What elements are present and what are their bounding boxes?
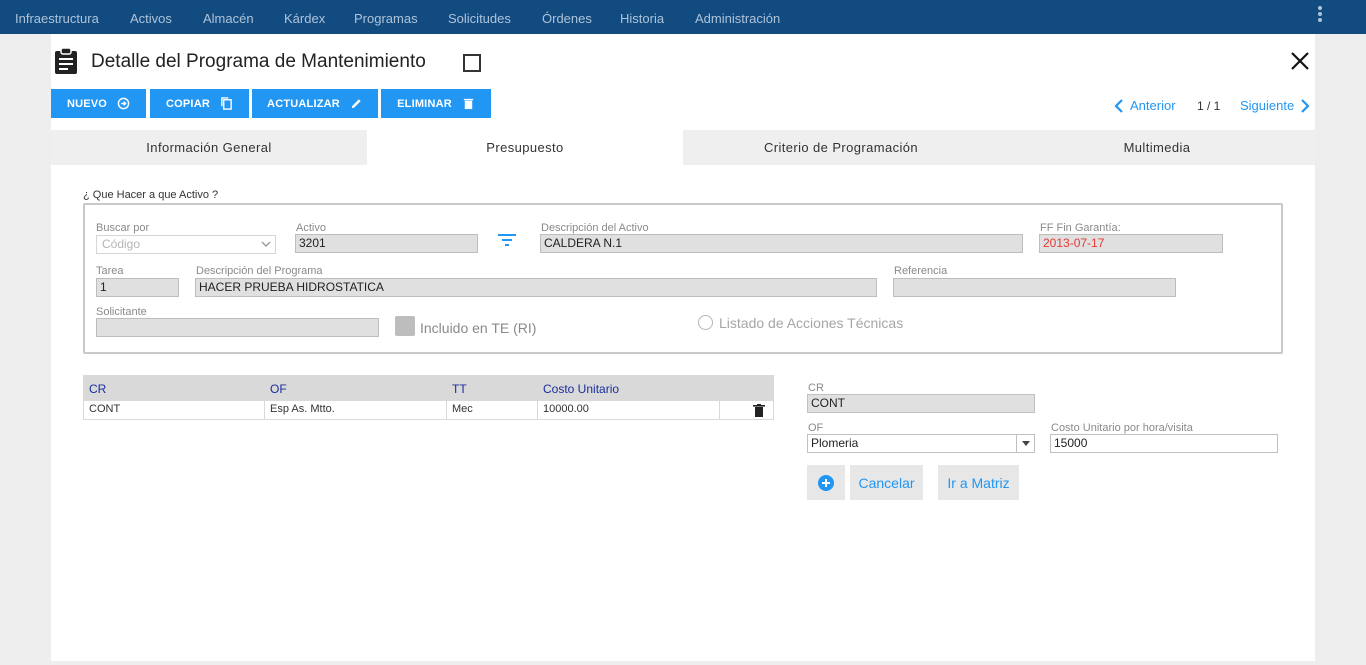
row-costo: 10000.00	[538, 401, 720, 419]
of-select[interactable]: Plomeria	[807, 434, 1035, 453]
listado-label: Listado de Acciones Técnicas	[719, 315, 904, 331]
descripcion-activo-input[interactable]: CALDERA N.1	[540, 234, 1023, 253]
close-icon[interactable]	[1288, 49, 1312, 73]
chevron-right-icon	[1301, 98, 1310, 113]
cr-input[interactable]: CONT	[807, 394, 1035, 413]
costo-input[interactable]: 15000	[1050, 434, 1278, 453]
pencil-icon	[351, 99, 361, 109]
row-cr: CONT	[84, 401, 265, 419]
costo-label: Costo Unitario por hora/visita	[1051, 422, 1193, 434]
chevron-left-icon	[1114, 98, 1123, 113]
grid-header-cr[interactable]: CR	[89, 382, 106, 396]
top-nav: Infraestructura Activos Almacén Kárdex P…	[0, 0, 1366, 34]
referencia-label: Referencia	[894, 265, 948, 277]
nav-item-programas[interactable]: Programas	[354, 11, 418, 26]
tab-criterio-programacion[interactable]: Criterio de Programación	[683, 130, 999, 165]
of-select-value: Plomeria	[811, 436, 859, 450]
of-label: OF	[808, 422, 824, 434]
buscar-por-select[interactable]: Código	[96, 235, 276, 254]
copy-button-label: COPIAR	[166, 97, 210, 110]
previous-link[interactable]: Anterior	[1114, 98, 1176, 113]
referencia-input[interactable]	[893, 278, 1176, 297]
nav-item-historia[interactable]: Historia	[620, 11, 664, 26]
activo-input[interactable]: 3201	[295, 234, 478, 253]
grid-header-costo[interactable]: Costo Unitario	[543, 382, 619, 396]
chevron-down-icon	[261, 241, 271, 247]
update-button[interactable]: ACTUALIZAR	[252, 89, 378, 118]
table-row[interactable]: CONT Esp As. Mtto. Mec 10000.00	[83, 401, 774, 420]
nav-item-almacen[interactable]: Almacén	[203, 11, 254, 26]
ff-fin-garantia-label: FF Fin Garantía:	[1040, 222, 1121, 234]
buscar-por-placeholder: Código	[102, 237, 141, 251]
update-button-label: ACTUALIZAR	[267, 97, 340, 110]
more-menu-icon[interactable]	[1317, 6, 1323, 24]
delete-button-label: ELIMINAR	[397, 97, 452, 110]
title-checkbox[interactable]	[463, 54, 481, 72]
solicitante-input[interactable]	[96, 318, 379, 337]
previous-label: Anterior	[1130, 98, 1176, 113]
next-link[interactable]: Siguiente	[1240, 98, 1310, 113]
pager-count: 1 / 1	[1197, 99, 1221, 113]
tarea-label: Tarea	[96, 265, 124, 277]
section-label: ¿ Que Hacer a que Activo ?	[83, 189, 219, 201]
descripcion-activo-label: Descripción del Activo	[541, 222, 649, 234]
row-of: Esp As. Mtto.	[265, 401, 447, 419]
descripcion-programa-input[interactable]: HACER PRUEBA HIDROSTATICA	[195, 278, 877, 297]
nav-item-activos[interactable]: Activos	[130, 11, 172, 26]
nav-item-ordenes[interactable]: Órdenes	[542, 11, 592, 26]
incluido-checkbox[interactable]	[395, 316, 415, 336]
activo-label: Activo	[296, 222, 326, 234]
trash-icon	[463, 98, 474, 110]
page-title: Detalle del Programa de Mantenimiento	[91, 51, 426, 72]
tarea-input[interactable]: 1	[96, 278, 179, 297]
dropdown-arrow-icon[interactable]	[1016, 435, 1034, 452]
descripcion-programa-label: Descripción del Programa	[196, 265, 323, 277]
solicitante-label: Solicitante	[96, 306, 147, 318]
tab-presupuesto[interactable]: Presupuesto	[367, 130, 683, 165]
tab-informacion-general[interactable]: Información General	[51, 130, 367, 165]
new-button-label: NUEVO	[66, 97, 108, 110]
nav-item-administracion[interactable]: Administración	[695, 11, 780, 26]
nav-item-kardex[interactable]: Kárdex	[284, 11, 325, 26]
incluido-label: Incluido en TE (RI)	[420, 320, 537, 336]
delete-row-icon[interactable]	[753, 404, 765, 417]
listado-radio[interactable]	[698, 315, 713, 330]
nav-item-solicitudes[interactable]: Solicitudes	[448, 11, 511, 26]
tab-bar: Información General Presupuesto Criterio…	[51, 130, 1315, 165]
delete-button[interactable]: ELIMINAR	[381, 89, 491, 118]
cancel-button[interactable]: Cancelar	[850, 465, 923, 500]
clipboard-icon	[55, 47, 77, 74]
add-circle-icon	[818, 474, 834, 491]
new-button[interactable]: NUEVO	[51, 89, 146, 118]
grid-header-tt[interactable]: TT	[452, 382, 467, 396]
row-tt: Mec	[447, 401, 538, 419]
next-label: Siguiente	[1240, 98, 1295, 113]
copy-button[interactable]: COPIAR	[150, 89, 249, 118]
copy-icon	[221, 97, 232, 110]
grid-header-of[interactable]: OF	[270, 382, 287, 396]
filter-icon[interactable]	[498, 233, 516, 247]
tab-multimedia[interactable]: Multimedia	[999, 130, 1315, 165]
nav-item-infraestructura[interactable]: Infraestructura	[15, 11, 99, 26]
buscar-por-label: Buscar por	[96, 222, 150, 234]
grid-header: CR OF TT Costo Unitario	[83, 375, 774, 401]
ff-fin-garantia-input[interactable]: 2013-07-17	[1039, 234, 1223, 253]
cr-label: CR	[808, 382, 824, 394]
arrow-circle-right-icon	[117, 97, 130, 110]
matrix-button[interactable]: Ir a Matriz	[938, 465, 1019, 500]
add-button[interactable]	[807, 465, 845, 500]
